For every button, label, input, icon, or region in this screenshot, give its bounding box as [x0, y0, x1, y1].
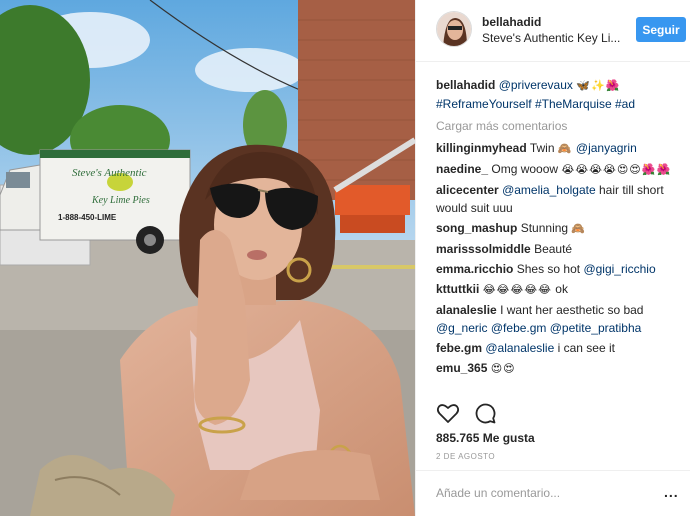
comment-item: emu_365 😍😍: [436, 359, 686, 378]
add-comment-input[interactable]: [436, 483, 656, 503]
comment-username[interactable]: alanaleslie: [436, 303, 497, 317]
add-comment-bar: ...: [416, 470, 690, 516]
comment-mention[interactable]: @amelia_holgate: [502, 183, 596, 197]
profile-avatar-icon: [437, 12, 471, 46]
comments-list: bellahadid @priverevaux 🦋✨🌺 #ReframeYour…: [436, 76, 686, 380]
caption-hashtags[interactable]: #ReframeYourself #TheMarquise #ad: [436, 97, 635, 111]
comment-item: febe.gm @alanaleslie i can see it: [436, 339, 686, 357]
comment-username[interactable]: song_mashup: [436, 221, 517, 235]
comment-mention[interactable]: @g_neric @febe.gm @petite_pratibha: [436, 321, 641, 335]
comment-text: ok: [555, 282, 568, 296]
post-caption: bellahadid @priverevaux 🦋✨🌺 #ReframeYour…: [436, 76, 686, 113]
load-more-comments-link[interactable]: Cargar más comentarios: [436, 117, 686, 135]
comment-username[interactable]: febe.gm: [436, 341, 482, 355]
comment-emoji: 🙈: [571, 222, 587, 235]
caption-mention[interactable]: @priverevaux: [499, 78, 573, 92]
comment-mention[interactable]: @gigi_ricchio: [583, 262, 655, 276]
comment-item: alicecenter @amelia_holgate hair till sh…: [436, 181, 686, 217]
post-header: bellahadid Steve's Authentic Key Li... S…: [416, 0, 690, 62]
comment-username[interactable]: emma.ricchio: [436, 262, 513, 276]
comment-mention[interactable]: @janyagrin: [576, 141, 637, 155]
truck-sign-phone: 1-888-450-LIME: [58, 213, 117, 222]
comment-item: naedine_ Omg wooow 😭😭😭😭😍😍🌺🌺: [436, 160, 686, 179]
comment-text: i can see it: [557, 341, 615, 355]
comment-mention[interactable]: @alanaleslie: [485, 341, 554, 355]
post-actions: [436, 401, 507, 425]
heart-icon[interactable]: [436, 401, 460, 425]
comment-username[interactable]: alicecenter: [436, 183, 499, 197]
comment-text: Twin: [529, 141, 555, 155]
comment-emoji: 😂😂😂😂😂: [482, 283, 552, 296]
avatar[interactable]: [436, 11, 472, 47]
post-username[interactable]: bellahadid: [482, 15, 541, 29]
follow-button[interactable]: Seguir: [636, 17, 686, 42]
comment-emoji: 😭😭😭😭😍😍🌺🌺: [561, 163, 672, 176]
comment-emoji: 😍😍: [490, 362, 516, 375]
truck-sign-line2: Key Lime Pies: [91, 195, 150, 206]
comment-icon[interactable]: [473, 401, 497, 425]
comment-item: kttuttkii 😂😂😂😂😂 ok: [436, 280, 686, 299]
comment-item: song_mashup Stunning 🙈: [436, 219, 686, 238]
comment-emoji: 🙈: [557, 142, 573, 155]
comment-text: Omg wooow: [491, 162, 559, 176]
post-sidebar: bellahadid Steve's Authentic Key Li... S…: [415, 0, 690, 516]
comment-username[interactable]: marisssolmiddle: [436, 242, 531, 256]
comment-text: Shes so hot: [516, 262, 581, 276]
comment-username[interactable]: kttuttkii: [436, 282, 479, 296]
likes-count[interactable]: 885.765 Me gusta: [436, 431, 535, 445]
comment-text: Beauté: [534, 242, 573, 256]
comment-text: I want her aesthetic so bad: [500, 303, 644, 317]
comment-item: emma.ricchio Shes so hot @gigi_ricchio: [436, 260, 686, 278]
post-photo[interactable]: Steve's Authentic Key Lime Pies 1-888-45…: [0, 0, 415, 516]
more-options-icon[interactable]: ...: [664, 484, 679, 500]
post-date[interactable]: 2 DE AGOSTO: [436, 452, 495, 461]
instagram-post-modal: Steve's Authentic Key Lime Pies 1-888-45…: [0, 0, 690, 516]
comment-item: alanaleslie I want her aesthetic so bad …: [436, 301, 686, 337]
comment-item: killinginmyhead Twin 🙈 @janyagrin: [436, 139, 686, 158]
caption-username[interactable]: bellahadid: [436, 78, 495, 92]
comment-username[interactable]: killinginmyhead: [436, 141, 527, 155]
truck-sign-line1: Steve's Authentic: [72, 167, 147, 179]
comment-username[interactable]: emu_365: [436, 361, 487, 375]
comment-username[interactable]: naedine_: [436, 162, 488, 176]
comment-item: marisssolmiddle Beauté: [436, 240, 686, 258]
post-photo-illustration: Steve's Authentic Key Lime Pies 1-888-45…: [0, 0, 415, 516]
caption-emojis: 🦋✨🌺: [576, 79, 621, 92]
post-location[interactable]: Steve's Authentic Key Li...: [482, 31, 624, 45]
comment-text: Stunning: [520, 221, 569, 235]
